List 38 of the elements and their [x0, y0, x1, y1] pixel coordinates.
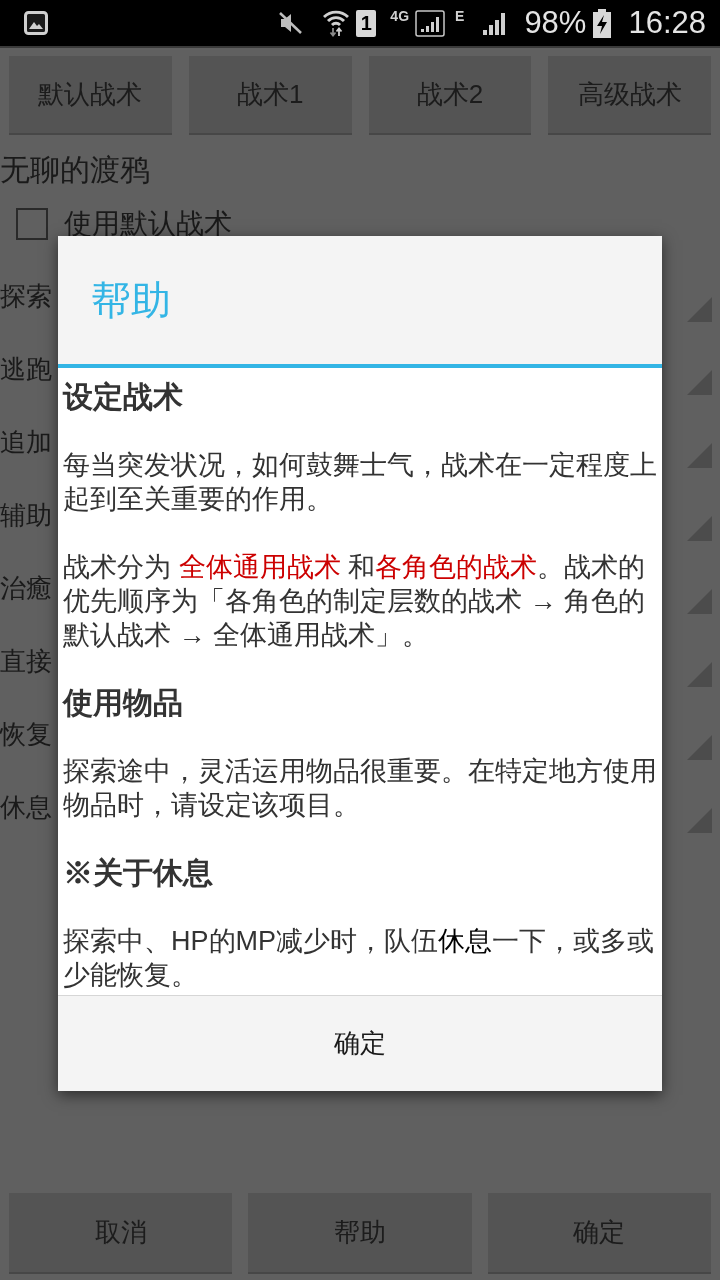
setting-label: 辅助 — [0, 498, 52, 531]
network-type-label: E — [455, 9, 465, 23]
action-button[interactable]: 确定 — [487, 1193, 711, 1272]
mute-icon — [278, 12, 303, 34]
battery-charging-icon — [592, 8, 613, 38]
dialog-title: 帮助 — [91, 277, 171, 324]
signal-icon — [415, 9, 446, 37]
image-icon — [24, 11, 48, 35]
wifi-icon — [322, 9, 351, 37]
setting-label: 休息 — [0, 790, 52, 823]
checkbox-label: 使用默认战术 — [64, 207, 232, 241]
section-heading: ※关于休息 — [63, 856, 214, 890]
paragraph-text: 战术分为 全体通用战术 和各角色的战术。战术的优先顺序为「各角色的制定层数的战术 → 角色的默认战术 → 全体通用战术」。 — [63, 551, 647, 652]
signal-icon — [482, 11, 507, 35]
paragraph-text: 探索中、HP的MP减少时，队伍休息一下，或多或少能恢复。 — [63, 925, 655, 992]
network-type-label: 4G — [390, 9, 410, 23]
ok-button[interactable]: 确定 — [58, 995, 662, 1091]
action-button[interactable]: 取消 — [9, 1193, 233, 1272]
setting-label: 逃跑 — [0, 352, 52, 385]
paragraph-text: 每当突发状况，如何鼓舞士气，战术在一定程度上起到至关重要的作用。 — [63, 449, 657, 516]
setting-label: 探索 — [0, 279, 52, 312]
setting-label: 追加 — [0, 425, 52, 458]
setting-label: 直接 — [0, 644, 52, 677]
clock-time: 16:28 — [628, 5, 706, 41]
tactic-button[interactable]: 默认战术 — [9, 56, 172, 133]
checkbox[interactable] — [16, 208, 48, 240]
battery-percent: 98% — [524, 5, 587, 41]
action-button[interactable]: 帮助 — [248, 1193, 472, 1272]
tactic-button[interactable]: 战术1 — [188, 56, 352, 133]
paragraph-text: 探索途中，灵活运用物品很重要。在特定地方使用物品时，请设定该项目。 — [63, 755, 657, 822]
tactic-button[interactable]: 战术2 — [368, 56, 532, 133]
setting-label: 恢复 — [0, 717, 52, 750]
sim-slot-label: 1 — [356, 9, 377, 37]
section-heading: 使用物品 — [63, 686, 184, 720]
section-heading: 设定战术 — [63, 380, 184, 414]
character-name: 无聊的渡鸦 — [0, 152, 150, 188]
setting-label: 治癒 — [0, 571, 52, 604]
tactic-button[interactable]: 高级战术 — [548, 56, 711, 133]
